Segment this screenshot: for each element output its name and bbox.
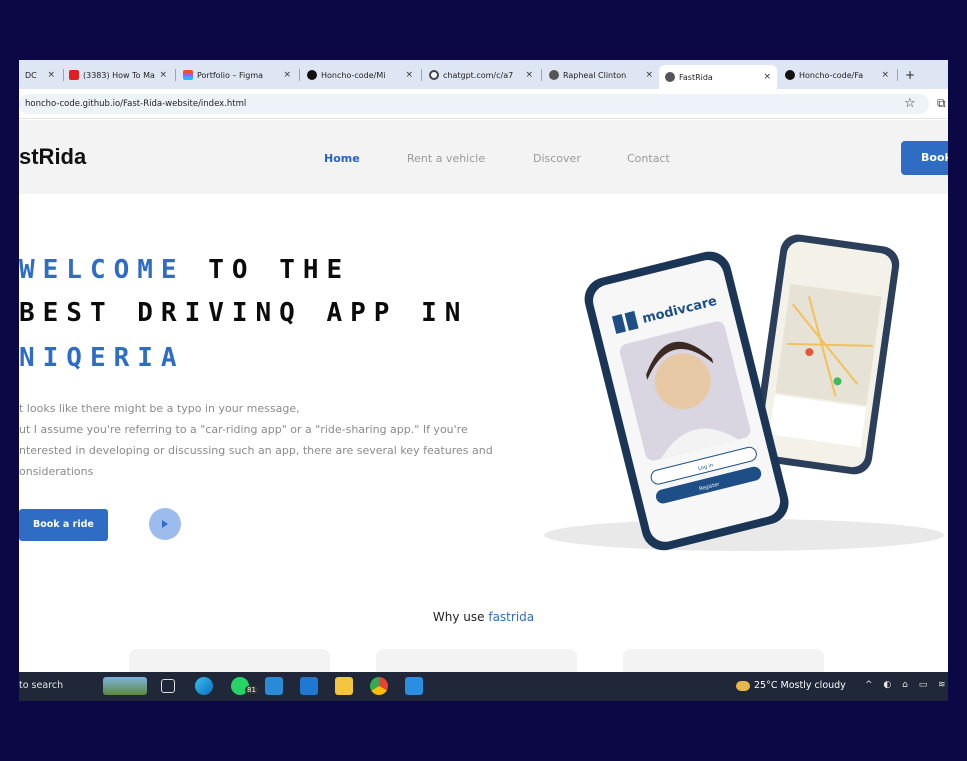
store-icon[interactable] [265, 677, 283, 695]
github-icon [307, 70, 317, 80]
globe-icon [665, 72, 675, 82]
youtube-icon [69, 70, 79, 80]
tab-label: Portfolio – Figma [197, 70, 264, 80]
hero-paragraph-line: onsiderations [19, 465, 94, 478]
tab-3[interactable]: Honcho-code/Mi × [301, 65, 419, 85]
system-tray[interactable]: ^ ◐ ⌂ ▭ ≋ [865, 680, 948, 690]
github-icon [785, 70, 795, 80]
close-icon[interactable]: × [405, 70, 413, 80]
tab-strip: DC × (3383) How To Ma × Portfolio – Figm… [19, 60, 948, 89]
tab-5[interactable]: Rapheal Clinton × [543, 65, 659, 85]
tab-0[interactable]: DC × [19, 65, 61, 85]
search-highlight-image-icon[interactable] [103, 677, 147, 695]
bookmark-star-icon[interactable]: ☆ [904, 96, 916, 111]
url-input[interactable]: honcho-code.github.io/Fast-Rida-website/… [19, 94, 929, 114]
phones-illustration: modivcare Log in Register [544, 234, 944, 551]
hero-title-line-2: BEST DRIVINQ APP IN [19, 298, 469, 328]
close-icon[interactable]: × [645, 70, 653, 80]
chatgpt-icon [429, 70, 439, 80]
browser-window: DC × (3383) How To Ma × Portfolio – Figm… [19, 60, 948, 701]
hero-title-line-1: WELCOME TO THE [19, 255, 350, 285]
tab-2[interactable]: Portfolio – Figma × [177, 65, 297, 85]
nav-contact[interactable]: Contact [627, 152, 670, 165]
tab-separator [175, 69, 176, 81]
tab-7[interactable]: Honcho-code/Fa × [779, 65, 895, 85]
hero-title-line-3: NIQERIA [19, 343, 185, 373]
new-tab-button[interactable]: + [899, 65, 929, 85]
nav-home[interactable]: Home [324, 152, 360, 165]
hero-title-to-the: TO THE [208, 255, 351, 285]
hero-paragraph-line: t looks like there might be a typo in yo… [19, 402, 300, 415]
book-a-ride-button[interactable]: Book a ride [19, 509, 108, 541]
figma-icon [183, 70, 193, 80]
hero-title-welcome: WELCOME [19, 255, 185, 285]
weather-widget[interactable]: 25°C Mostly cloudy [736, 680, 846, 691]
tab-separator [897, 69, 898, 81]
why-use-brand: fastrida [488, 610, 535, 624]
why-use-prefix: Why use [432, 610, 485, 624]
close-icon[interactable]: × [881, 70, 889, 80]
taskbar-search[interactable]: to search [19, 680, 63, 691]
tab-1[interactable]: (3383) How To Ma × [63, 65, 173, 85]
close-icon[interactable]: × [525, 70, 533, 80]
close-icon[interactable]: × [283, 70, 291, 80]
front-phone: modivcare Log in Register [584, 251, 789, 551]
tab-separator [541, 69, 542, 81]
file-explorer-icon[interactable] [335, 677, 353, 695]
tab-label: (3383) How To Ma [83, 70, 155, 80]
tab-separator [421, 69, 422, 81]
hero-paragraph-line: ut I assume you're referring to a "car-r… [19, 423, 468, 436]
why-use-heading: Why use fastrida [19, 610, 948, 624]
whatsapp-badge: 81 [245, 686, 258, 694]
tab-separator [299, 69, 300, 81]
tab-label: FastRida [679, 72, 713, 82]
close-icon[interactable]: × [159, 70, 167, 80]
edge-icon[interactable] [195, 677, 213, 695]
tab-4[interactable]: chatgpt.com/c/a7 × [423, 65, 539, 85]
tab-label: Rapheal Clinton [563, 70, 627, 80]
plus-icon[interactable]: + [905, 68, 915, 82]
nav-discover[interactable]: Discover [533, 152, 581, 165]
hero-paragraph-line: nterested in developing or discussing su… [19, 444, 493, 457]
address-bar: honcho-code.github.io/Fast-Rida-website/… [19, 89, 948, 119]
tab-label: Honcho-code/Mi [321, 70, 386, 80]
tab-label: DC [25, 70, 37, 80]
vscode-icon[interactable] [405, 677, 423, 695]
taskbar: to search 81 25°C Mostly cloudy ^ ◐ ⌂ ▭ … [19, 672, 948, 701]
close-icon[interactable]: × [47, 70, 55, 80]
play-video-button[interactable] [149, 508, 181, 540]
book-button[interactable]: Book [901, 141, 948, 175]
weather-text: 25°C Mostly cloudy [754, 680, 846, 691]
close-icon[interactable]: × [763, 72, 771, 82]
mail-icon[interactable] [300, 677, 318, 695]
tab-6-active[interactable]: FastRida × [659, 65, 777, 89]
weather-cloudy-icon [736, 680, 750, 691]
task-view-icon[interactable] [161, 679, 175, 693]
globe-icon [549, 70, 559, 80]
site-logo[interactable]: stRida [19, 144, 86, 170]
nav-rent-a-vehicle[interactable]: Rent a vehicle [407, 152, 485, 165]
extensions-icon[interactable]: ⧉ [937, 96, 946, 111]
chrome-icon[interactable] [370, 677, 388, 695]
site-header: stRida Home Rent a vehicle Discover Cont… [19, 120, 948, 194]
tab-label: Honcho-code/Fa [799, 70, 864, 80]
tab-label: chatgpt.com/c/a7 [443, 70, 514, 80]
